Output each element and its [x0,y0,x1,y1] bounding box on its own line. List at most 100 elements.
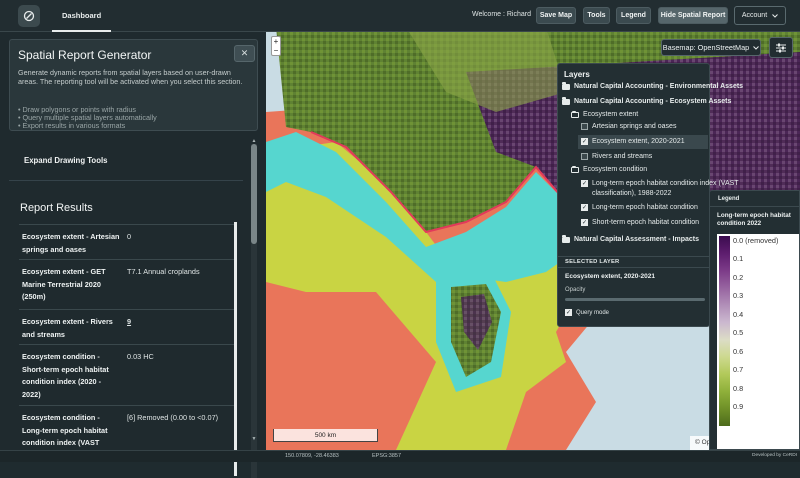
layer-item-rivers-streams[interactable]: Rivers and streams [581,153,652,160]
selected-layer-label: SELECTED LAYER [565,259,620,265]
spatial-report-description: Generate dynamic reports from spatial la… [18,68,243,86]
legend-label: 0.7 [733,365,744,374]
result-row: Ecosystem extent - GET Marine Terrestria… [19,259,234,309]
sidebar-scrollbar-thumb[interactable] [251,144,257,244]
spatial-report-title: Spatial Report Generator [18,48,152,62]
spatial-report-sidebar: Spatial Report Generator ✕ Generate dyna… [0,32,266,478]
result-value: 0 [127,232,132,241]
feature-bullet: • Export results in various formats [18,121,126,130]
folder-open-icon [562,97,570,105]
layer-group-impacts[interactable]: Natural Capital Assessment - Impacts [562,235,700,243]
legend-subtitle: Long-term epoch habitat condition 2022 [717,212,791,227]
chevron-down-icon [772,13,778,18]
spatial-report-info-panel: Spatial Report Generator ✕ Generate dyna… [9,39,258,131]
legend-label: 0.8 [733,384,744,393]
save-map-button[interactable]: Save Map [536,7,576,24]
legend-title: Legend [710,191,799,207]
folder-icon [562,235,570,243]
layer-checkbox[interactable] [581,123,588,130]
result-key: Ecosystem extent - Rivers and streams [22,317,113,339]
layer-item-label: Ecosystem extent, 2020-2021 [592,138,685,145]
chevron-down-icon [753,45,760,50]
opacity-slider[interactable] [565,298,705,301]
folder-icon [562,82,570,90]
layer-item-label: Long-term epoch habitat condition index … [592,180,739,187]
result-key: Ecosystem extent - GET Marine Terrestria… [22,267,106,301]
scroll-down-icon[interactable]: ▼ [251,436,257,442]
result-key: Ecosystem condition - Short-term epoch h… [22,352,109,399]
account-dropdown[interactable]: Account [734,6,786,25]
layer-item-label-continued: classification), 1988-2022 [592,190,671,197]
layer-checkbox-checked[interactable]: ✓ [581,138,588,145]
layer-item-artesian-springs[interactable]: Artesian springs and oases [581,123,676,130]
layer-checkbox[interactable] [581,153,588,160]
legend-panel: Legend Long-term epoch habitat condition… [709,190,800,450]
layer-subgroup-label: Ecosystem condition [583,166,648,173]
zoom-control[interactable]: + − [271,36,281,56]
layer-group-ecosystem-assets[interactable]: Natural Capital Accounting - Ecosystem A… [562,97,731,105]
layer-item-label: Artesian springs and oases [592,123,677,130]
basemap-selector[interactable]: Basemap: OpenStreetMap [661,39,761,56]
query-mode-label: Query mode [576,309,610,316]
app-logo-icon[interactable] [18,5,40,27]
tab-dashboard[interactable]: Dashboard [52,0,112,32]
hide-spatial-report-button[interactable]: Hide Spatial Report [658,7,728,24]
layer-item-short-term[interactable]: ✓ Short-term epoch habitat condition [581,219,699,226]
legend-label: 0.5 [733,328,744,337]
result-key: Ecosystem condition - Long-term epoch ha… [22,413,108,447]
layer-group-environmental-assets[interactable]: Natural Capital Accounting - Environment… [562,82,744,90]
layer-subgroup-ecosystem-extent[interactable]: Ecosystem extent [571,111,638,118]
legend-label: 0.0 (removed) [733,236,779,245]
layer-group-label: Natural Capital Assessment - Impacts [574,236,700,243]
legend-color-ramp [719,236,730,426]
top-bar: Dashboard Welcome : Richard Save Map Too… [0,0,800,32]
welcome-text: Welcome : Richard [472,11,532,18]
legend-label: 0.6 [733,347,744,356]
opacity-label: Opacity [565,287,586,293]
legend-label: 0.1 [733,254,744,263]
result-row: Ecosystem condition - Short-term epoch h… [19,344,234,405]
layer-item-label: Rivers and streams [592,153,653,160]
legend-label: 0.9 [733,402,744,411]
layer-item-label: Short-term epoch habitat condition [592,219,700,226]
layer-item-ecosystem-extent-2020[interactable]: ✓ Ecosystem extent, 2020-2021 [581,138,685,145]
layer-item-long-term[interactable]: ✓ Long-term epoch habitat condition [581,204,698,211]
folder-open-icon [571,166,579,173]
layer-settings-button[interactable] [769,37,793,58]
layer-subgroup-ecosystem-condition[interactable]: Ecosystem condition [571,166,647,173]
layer-subgroup-label: Ecosystem extent [583,111,639,118]
result-value: T7.1 Annual croplands [127,267,200,276]
zoom-out-button[interactable]: − [272,46,280,55]
developer-credit[interactable]: Developed by CeRDI [752,453,797,458]
result-row: Ecosystem condition - Long-term epoch ha… [19,405,234,450]
layer-checkbox-checked[interactable]: ✓ [581,219,588,226]
legend-label: 0.2 [733,273,744,282]
layers-title: Layers [564,70,590,79]
result-value-link[interactable]: 9 [127,316,237,329]
tools-button[interactable]: Tools [583,7,610,24]
selected-layer-name: Ecosystem extent, 2020-2021 [565,273,655,280]
account-label: Account [741,12,768,19]
folder-open-icon [571,111,579,118]
results-scrollbar[interactable] [234,222,237,476]
close-button[interactable]: ✕ [234,45,255,62]
expand-drawing-tools-button[interactable]: Expand Drawing Tools [24,156,107,165]
projection-label: EPSG:3857 [372,453,402,459]
layer-group-label: Natural Capital Accounting - Environment… [574,83,744,90]
cursor-coordinates: 150.07809, -28.46383 [285,453,339,459]
legend-label: 0.3 [733,291,744,300]
sliders-icon [776,43,786,52]
result-value: 0.03 HC [127,352,154,361]
report-results-title: Report Results [20,202,93,214]
layer-checkbox-checked[interactable]: ✓ [581,204,588,211]
basemap-label: Basemap: OpenStreetMap [662,43,750,52]
zoom-in-button[interactable]: + [272,37,280,46]
layer-item-long-term-vast[interactable]: ✓ Long-term epoch habitat condition inde… [581,180,739,187]
result-row: Ecosystem extent - Rivers and streams 9 [19,309,234,344]
result-key: Ecosystem extent - Artesian springs and … [22,232,120,254]
query-mode-checkbox[interactable]: ✓ [565,309,572,316]
layer-checkbox-checked[interactable]: ✓ [581,180,588,187]
query-mode-toggle[interactable]: ✓ Query mode [565,309,609,316]
legend-button[interactable]: Legend [616,7,651,24]
map-scale-bar: 500 km [273,429,378,442]
